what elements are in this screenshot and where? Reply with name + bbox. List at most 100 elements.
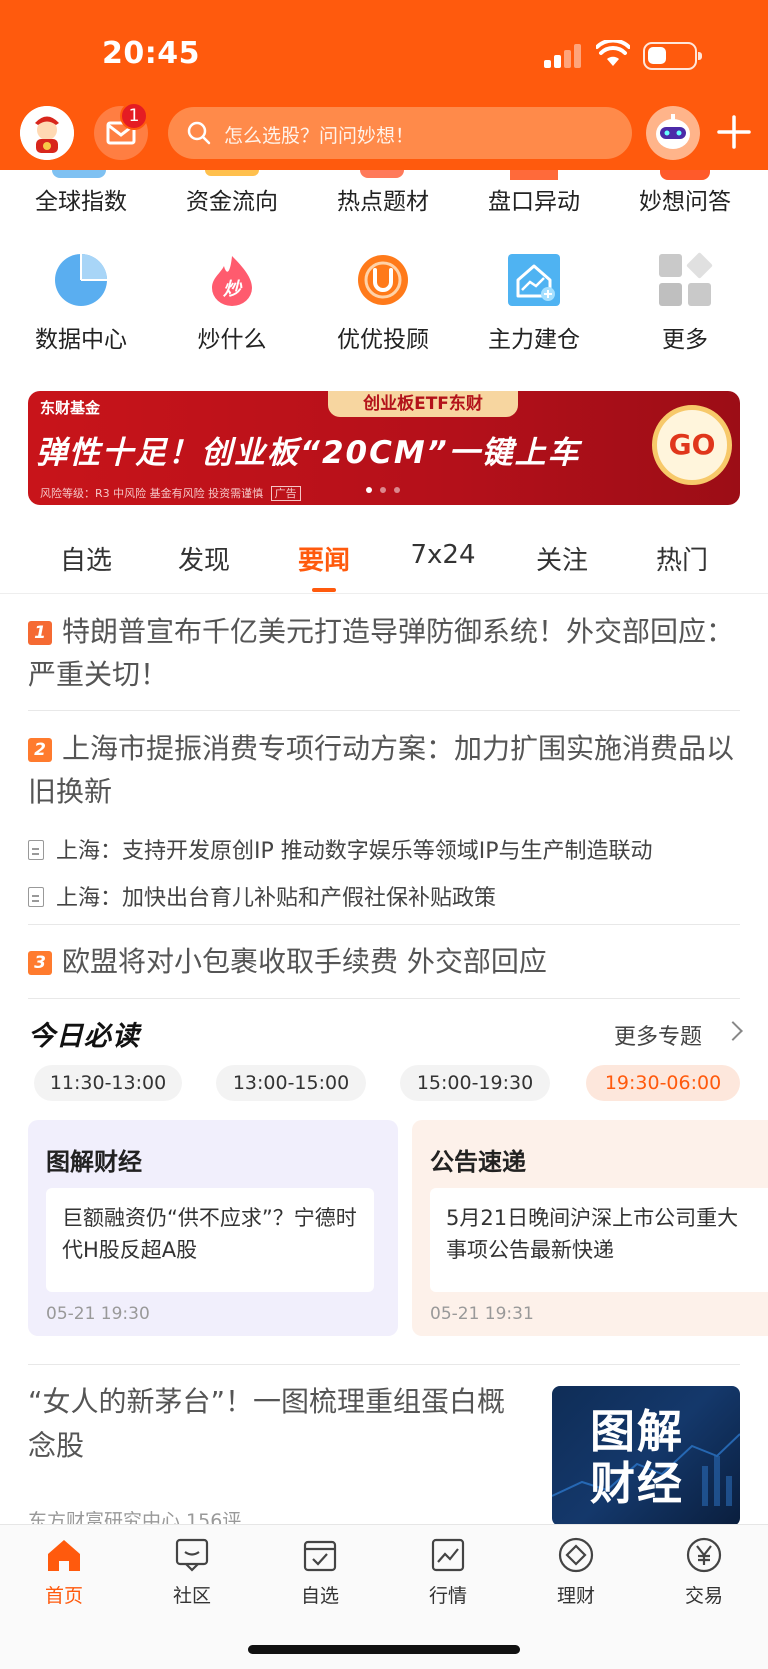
quick-data-center[interactable]: 数据中心 (5, 252, 157, 354)
promo-banner[interactable]: 东财基金 创业板ETF东财 弹性十足！创业板“20CM”一键上车 风险等级：R3… (28, 391, 740, 505)
card-time: 05-21 19:30 (46, 1304, 150, 1324)
quick-label: 盘口异动 (488, 189, 580, 215)
article-title[interactable]: “女人的新茅台”！一图梳理重组蛋白概念股 (28, 1380, 518, 1468)
must-read-card[interactable]: 图解财经 巨额融资仍“供不应求”？宁德时代H股反超A股 05-21 19:30 (28, 1120, 398, 1336)
tab-follow[interactable]: 关注 (503, 540, 621, 577)
related-item[interactable]: 上海：加快出台育儿补贴和产假社保补贴政策 (28, 880, 740, 912)
rank-badge: 3 (28, 951, 52, 975)
nav-trade[interactable]: 交易 (640, 1535, 768, 1608)
banner-risk-note: 风险等级：R3 中风险 基金有风险 投资需谨慎 广告 (40, 485, 301, 501)
banner-go-button[interactable]: GO (652, 405, 732, 485)
add-icon[interactable] (710, 108, 758, 156)
more-topics-link[interactable]: 更多专题 (614, 1019, 702, 1051)
svg-text:炒: 炒 (223, 279, 243, 300)
nav-market[interactable]: 行情 (384, 1535, 512, 1608)
user-avatar[interactable] (20, 106, 74, 160)
quick-label: 妙想问答 (639, 189, 731, 215)
quick-chao-shenme[interactable]: 炒 炒什么 (156, 252, 308, 354)
tab-hot[interactable]: 热门 (623, 540, 741, 577)
headline-title: 1 特朗普宣布千亿美元打造导弹防御系统！外交部回应：严重关切！ (28, 610, 740, 696)
chat-icon (172, 1535, 212, 1575)
tab-discover[interactable]: 发现 (145, 540, 263, 577)
banner-brand: 东财基金 (40, 399, 101, 417)
quick-label: 热点题材 (337, 189, 429, 215)
quick-market-anomaly[interactable]: 盘口异动 (458, 182, 610, 216)
tab-watchlist[interactable]: 自选 (27, 540, 145, 577)
global-index-icon (52, 170, 106, 178)
divider (28, 1364, 740, 1365)
quick-global-index[interactable]: 全球指数 (5, 182, 157, 216)
advisor-u-icon (355, 252, 411, 308)
nav-label: 社区 (172, 1585, 211, 1607)
nav-label: 交易 (684, 1585, 723, 1607)
wifi-icon (596, 40, 630, 66)
headline-text: 欧盟将对小包裹收取手续费 外交部回应 (62, 945, 547, 978)
mail-badge: 1 (120, 102, 148, 130)
quick-label: 数据中心 (35, 327, 127, 353)
quick-label: 更多 (662, 327, 708, 353)
banner-risk-text: 风险等级：R3 中风险 基金有风险 投资需谨慎 (40, 487, 264, 500)
time-slot[interactable]: 15:00-19:30 (400, 1065, 550, 1101)
quick-hot-topics[interactable]: 热点题材 (307, 182, 459, 216)
trend-chart-icon (428, 1535, 468, 1575)
avatar-icon (20, 106, 74, 160)
nav-community[interactable]: 社区 (128, 1535, 256, 1608)
diamond-icon (556, 1535, 596, 1575)
card-summary: 5月21日晚间沪深上市公司重大事项公告最新快递 (430, 1188, 768, 1292)
headline-item[interactable]: 1 特朗普宣布千亿美元打造导弹防御系统！外交部回应：严重关切！ (28, 610, 740, 696)
nav-label: 行情 (428, 1585, 467, 1607)
quick-more[interactable]: 更多 (609, 252, 761, 354)
search-input[interactable]: 怎么选股？问问妙想！ (168, 107, 632, 159)
nav-watchlist[interactable]: 自选 (256, 1535, 384, 1608)
quick-miaoxiang-qa[interactable]: 妙想问答 (609, 182, 761, 216)
quick-label: 优优投顾 (337, 327, 429, 353)
pie-chart-icon (53, 252, 109, 308)
banner-ad-label: 广告 (270, 486, 301, 501)
related-item[interactable]: 上海：支持开发原创IP 推动数字娱乐等领域IP与生产制造联动 (28, 833, 740, 865)
document-icon (28, 840, 44, 860)
ai-assistant-button[interactable] (646, 106, 700, 160)
nav-label: 首页 (44, 1585, 83, 1607)
quick-label: 主力建仓 (488, 327, 580, 353)
time-slot[interactable]: 13:00-15:00 (216, 1065, 366, 1101)
tab-headlines[interactable]: 要闻 (265, 540, 383, 577)
headline-text: 上海市提振消费专项行动方案：加力扩围实施消费品以旧换新 (28, 732, 735, 808)
nav-label: 理财 (556, 1585, 595, 1607)
must-read-card[interactable]: 公告速递 5月21日晚间沪深上市公司重大事项公告最新快递 05-21 19:31 (412, 1120, 768, 1336)
time-slot-active[interactable]: 19:30-06:00 (586, 1065, 740, 1101)
banner-tag: 创业板ETF东财 (328, 391, 518, 417)
search-placeholder: 怎么选股？问问妙想！ (224, 125, 415, 147)
news-tabs: 自选 发现 要闻 7x24 关注 热门 (0, 530, 768, 594)
calendar-check-icon (300, 1535, 340, 1575)
tab-7x24[interactable]: 7x24 (384, 540, 502, 570)
grid-more-icon (657, 252, 713, 308)
headline-text: 特朗普宣布千亿美元打造导弹防御系统！外交部回应：严重关切！ (28, 615, 735, 691)
article-thumbnail[interactable]: 图解财经 (552, 1386, 740, 1526)
quick-label: 全球指数 (35, 189, 127, 215)
nav-wealth[interactable]: 理财 (512, 1535, 640, 1608)
headline-item[interactable]: 3 欧盟将对小包裹收取手续费 外交部回应 (28, 940, 740, 983)
rank-badge: 2 (28, 738, 52, 762)
card-time: 05-21 19:31 (430, 1304, 534, 1324)
related-text: 上海：加快出台育儿补贴和产假社保补贴政策 (56, 886, 497, 911)
rank-badge: 1 (28, 621, 52, 645)
house-chart-icon (506, 252, 562, 308)
divider (28, 924, 740, 925)
headline-title: 3 欧盟将对小包裹收取手续费 外交部回应 (28, 940, 740, 983)
banner-headline: 弹性十足！创业板“20CM”一键上车 (36, 435, 581, 471)
search-icon (187, 121, 211, 145)
time-slot[interactable]: 11:30-13:00 (34, 1065, 182, 1101)
headline-title: 2 上海市提振消费专项行动方案：加力扩围实施消费品以旧换新 (28, 727, 740, 813)
quick-main-force[interactable]: 主力建仓 (458, 252, 610, 354)
related-text: 上海：支持开发原创IP 推动数字娱乐等领域IP与生产制造联动 (56, 839, 653, 864)
thumbnail-text: 图解财经 (590, 1405, 685, 1510)
quick-fund-flow[interactable]: 资金流向 (156, 182, 308, 216)
app-header: 20:45 1 怎么选股？问问妙想！ (0, 0, 768, 170)
headline-item[interactable]: 2 上海市提振消费专项行动方案：加力扩围实施消费品以旧换新 (28, 727, 740, 813)
quick-youyou-advisor[interactable]: 优优投顾 (307, 252, 459, 354)
fund-flow-icon (205, 170, 259, 176)
nav-label: 自选 (300, 1585, 339, 1607)
nav-home[interactable]: 首页 (0, 1535, 128, 1608)
must-read-title: 今日必读 (28, 1021, 140, 1052)
chevron-right-icon (723, 1021, 743, 1041)
